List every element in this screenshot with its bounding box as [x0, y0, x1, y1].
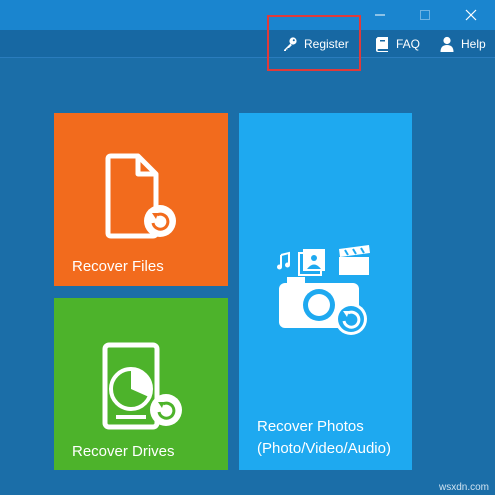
toolbar: [0, 30, 495, 58]
minimize-button[interactable]: [357, 0, 403, 30]
faq-label: FAQ: [396, 36, 421, 51]
maximize-button[interactable]: [402, 0, 448, 30]
file-recover-icon: [105, 153, 176, 239]
recover-photos-tile[interactable]: Recover Photos (Photo/Video/Audio): [239, 113, 412, 470]
maximize-icon: [420, 10, 430, 20]
close-button[interactable]: [448, 0, 494, 30]
close-icon: [465, 9, 477, 21]
recover-drives-tile[interactable]: Recover Drives: [54, 298, 228, 470]
recover-files-label: Recover Files: [72, 258, 164, 275]
faq-button[interactable]: FAQ: [375, 30, 420, 57]
drive-recover-icon: [102, 342, 182, 430]
watermark: wsxdn.com: [438, 482, 489, 493]
register-highlight: [267, 15, 361, 71]
user-icon: [440, 36, 454, 52]
recover-drives-label: Recover Drives: [72, 443, 175, 460]
camera-recover-icon: [277, 245, 370, 335]
book-icon: [376, 36, 388, 52]
help-label: Help: [461, 36, 486, 51]
recover-photos-label-line1: Recover Photos: [257, 418, 364, 435]
minimize-icon: [375, 14, 385, 16]
recover-files-tile[interactable]: Recover Files: [54, 113, 228, 286]
recover-photos-label-line2: (Photo/Video/Audio): [257, 440, 391, 457]
help-button[interactable]: Help: [439, 30, 486, 57]
